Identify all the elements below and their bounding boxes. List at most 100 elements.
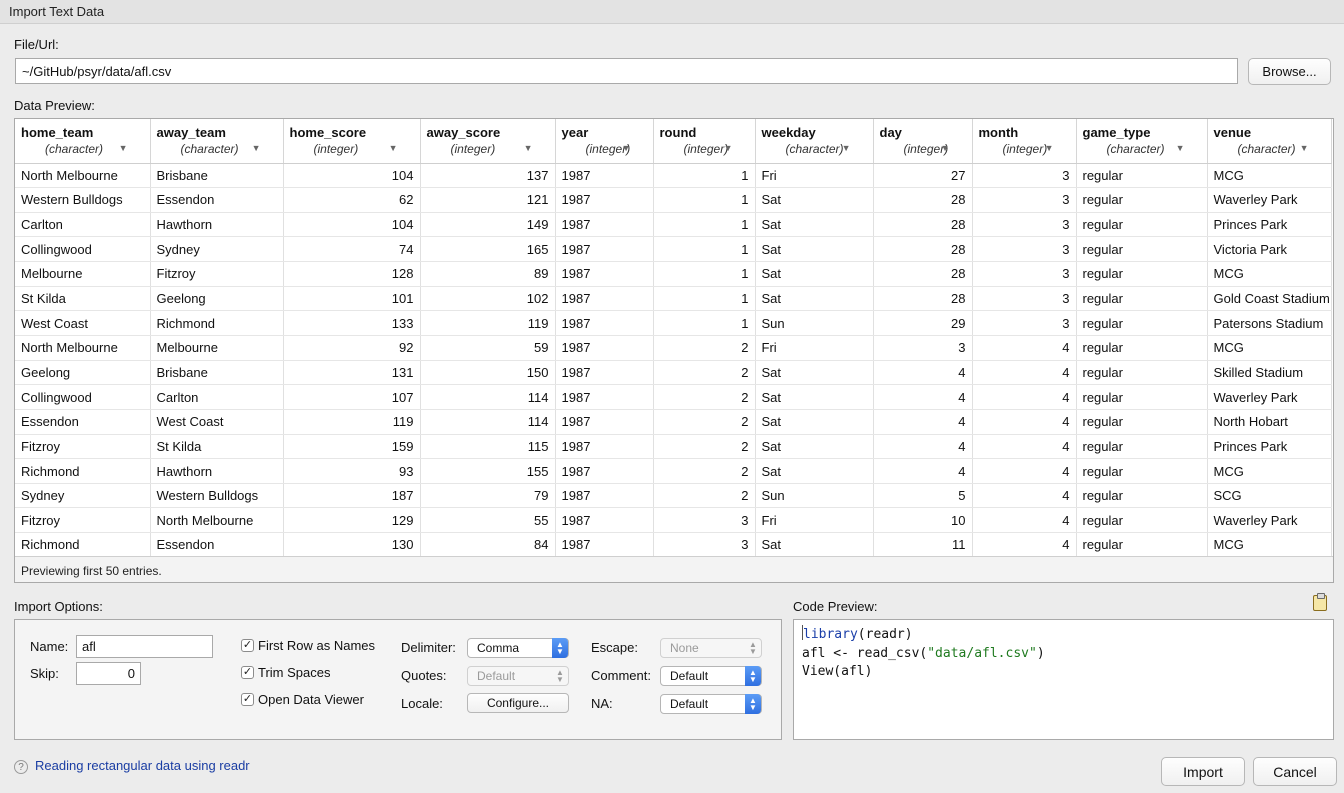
table-cell: 155 xyxy=(420,458,556,484)
chevron-down-icon[interactable]: ▼ xyxy=(941,143,950,153)
table-cell: Essendon xyxy=(150,532,284,558)
chevron-down-icon[interactable]: ▼ xyxy=(724,143,733,153)
code-preview-editor[interactable]: library(readr) afl <- read_csv("data/afl… xyxy=(793,619,1334,740)
chevron-down-icon[interactable]: ▼ xyxy=(524,143,533,153)
table-cell: Skilled Stadium xyxy=(1207,360,1332,386)
escape-label: Escape: xyxy=(591,640,638,655)
table-cell: 129 xyxy=(283,507,421,534)
table-row: West Coast Richmond 133 119 1987 1 Sun 29 3 regul… xyxy=(15,310,1332,336)
table-cell: St Kilda xyxy=(150,434,284,460)
trim-spaces-checkbox[interactable]: ✓ Trim Spaces xyxy=(241,665,330,680)
column-type: (integer) xyxy=(585,142,631,156)
chevron-down-icon[interactable]: ▼ xyxy=(842,143,851,153)
column-header-round[interactable]: round (integer) ▼ xyxy=(653,119,756,164)
table-cell: MCG xyxy=(1207,335,1332,361)
table-cell: MCG xyxy=(1207,163,1332,189)
browse-button[interactable]: Browse... xyxy=(1248,58,1331,85)
import-button[interactable]: Import xyxy=(1161,757,1245,786)
table-cell: 3 xyxy=(972,261,1077,287)
table-cell: regular xyxy=(1076,434,1208,460)
table-cell: 1987 xyxy=(555,384,654,410)
chevron-down-icon[interactable]: ▼ xyxy=(1300,143,1309,153)
skip-input[interactable] xyxy=(76,662,141,685)
na-select[interactable]: Default ▲ ▼ xyxy=(660,694,762,714)
delimiter-select[interactable]: Comma ▲ ▼ xyxy=(467,638,569,658)
column-type: (integer) xyxy=(1002,142,1048,156)
chevron-down-icon[interactable]: ▼ xyxy=(622,143,631,153)
column-header-venue[interactable]: venue (character) ▼ xyxy=(1207,119,1332,164)
na-value: Default xyxy=(670,697,709,711)
table-cell: 133 xyxy=(283,310,421,336)
column-header-weekday[interactable]: weekday (character) ▼ xyxy=(755,119,874,164)
table-cell: 1987 xyxy=(555,163,654,189)
table-cell: Essendon xyxy=(15,409,151,435)
table-cell: Fitzroy xyxy=(150,261,284,287)
table-cell: Carlton xyxy=(15,212,151,238)
table-cell: Waverley Park xyxy=(1207,384,1332,410)
header-row: home_team (character) ▼ away_team (character… xyxy=(15,119,1332,164)
table-cell: 1987 xyxy=(555,360,654,386)
help-link[interactable]: Reading rectangular data using readr xyxy=(35,758,250,773)
column-type: (integer) xyxy=(903,142,949,156)
table-cell: regular xyxy=(1076,532,1208,558)
table-cell: Hawthorn xyxy=(150,212,284,238)
name-input[interactable] xyxy=(76,635,213,658)
table-cell: regular xyxy=(1076,261,1208,287)
configure-locale-button[interactable]: Configure... xyxy=(467,693,569,713)
table-cell: 2 xyxy=(653,434,756,460)
comment-select[interactable]: Default ▲ ▼ xyxy=(660,666,762,686)
table-row: Richmond Hawthorn 93 155 1987 2 Sat 4 4 regular MC… xyxy=(15,458,1332,484)
table-cell: regular xyxy=(1076,384,1208,410)
table-cell: regular xyxy=(1076,187,1208,213)
chevron-down-icon[interactable]: ▼ xyxy=(389,143,398,153)
chevron-down-icon[interactable]: ▼ xyxy=(119,143,128,153)
help-icon: ? xyxy=(14,760,28,774)
table-cell: 4 xyxy=(873,384,973,410)
column-header-away-team[interactable]: away_team (character) ▼ xyxy=(150,119,284,164)
table-cell: 1987 xyxy=(555,409,654,435)
checkmark-icon: ✓ xyxy=(241,693,254,706)
table-cell: 114 xyxy=(420,384,556,410)
cancel-button[interactable]: Cancel xyxy=(1253,757,1337,786)
table-cell: Sydney xyxy=(150,236,284,263)
data-preview-grid[interactable]: home_team (character) ▼ away_team (character… xyxy=(14,118,1334,583)
column-header-home-score[interactable]: home_score (integer) ▼ xyxy=(283,119,421,164)
code-line-2: afl <- read_csv("data/afl.csv") xyxy=(802,645,1325,664)
open-data-viewer-checkbox[interactable]: ✓ Open Data Viewer xyxy=(241,692,364,707)
table-cell: 1987 xyxy=(555,458,654,484)
column-header-day[interactable]: day (integer) ▼ xyxy=(873,119,973,164)
table-cell: 114 xyxy=(420,409,556,435)
trim-spaces-label: Trim Spaces xyxy=(258,665,331,680)
table-cell: 149 xyxy=(420,212,556,238)
chevron-down-icon[interactable]: ▼ xyxy=(252,143,261,153)
table-cell: 3 xyxy=(653,532,756,558)
column-header-month[interactable]: month (integer) ▼ xyxy=(972,119,1077,164)
table-cell: 121 xyxy=(420,187,556,213)
table-cell: 4 xyxy=(972,335,1077,361)
column-header-away-score[interactable]: away_score (integer) ▼ xyxy=(420,119,556,164)
data-preview-table: home_team (character) ▼ away_team (character… xyxy=(15,119,1332,558)
table-cell: Geelong xyxy=(15,360,151,386)
chevron-down-icon[interactable]: ▼ xyxy=(1176,143,1185,153)
chevron-down-icon[interactable]: ▼ xyxy=(1045,143,1054,153)
column-header-home-team[interactable]: home_team (character) ▼ xyxy=(15,119,151,164)
table-cell: 159 xyxy=(283,434,421,460)
table-cell: regular xyxy=(1076,310,1208,336)
column-header-year[interactable]: year (integer) ▼ xyxy=(555,119,654,164)
column-header-game-type[interactable]: game_type (character) ▼ xyxy=(1076,119,1208,164)
comment-label: Comment: xyxy=(591,668,651,683)
table-cell: 102 xyxy=(420,286,556,312)
table-cell: 2 xyxy=(653,360,756,386)
code-assign: afl <- read_csv( xyxy=(802,645,928,661)
table-cell: 1987 xyxy=(555,236,654,263)
quotes-select: Default ▲ ▼ xyxy=(467,666,569,686)
clipboard-icon[interactable] xyxy=(1313,593,1327,611)
table-cell: Western Bulldogs xyxy=(150,483,284,509)
table-cell: 29 xyxy=(873,310,973,336)
first-row-names-checkbox[interactable]: ✓ First Row as Names xyxy=(241,638,375,653)
column-name: away_score xyxy=(426,125,501,140)
checkmark-icon: ✓ xyxy=(241,639,254,652)
chevron-updown-icon: ▲ ▼ xyxy=(552,638,568,658)
file-url-input[interactable] xyxy=(15,58,1238,84)
table-cell: Melbourne xyxy=(150,335,284,361)
